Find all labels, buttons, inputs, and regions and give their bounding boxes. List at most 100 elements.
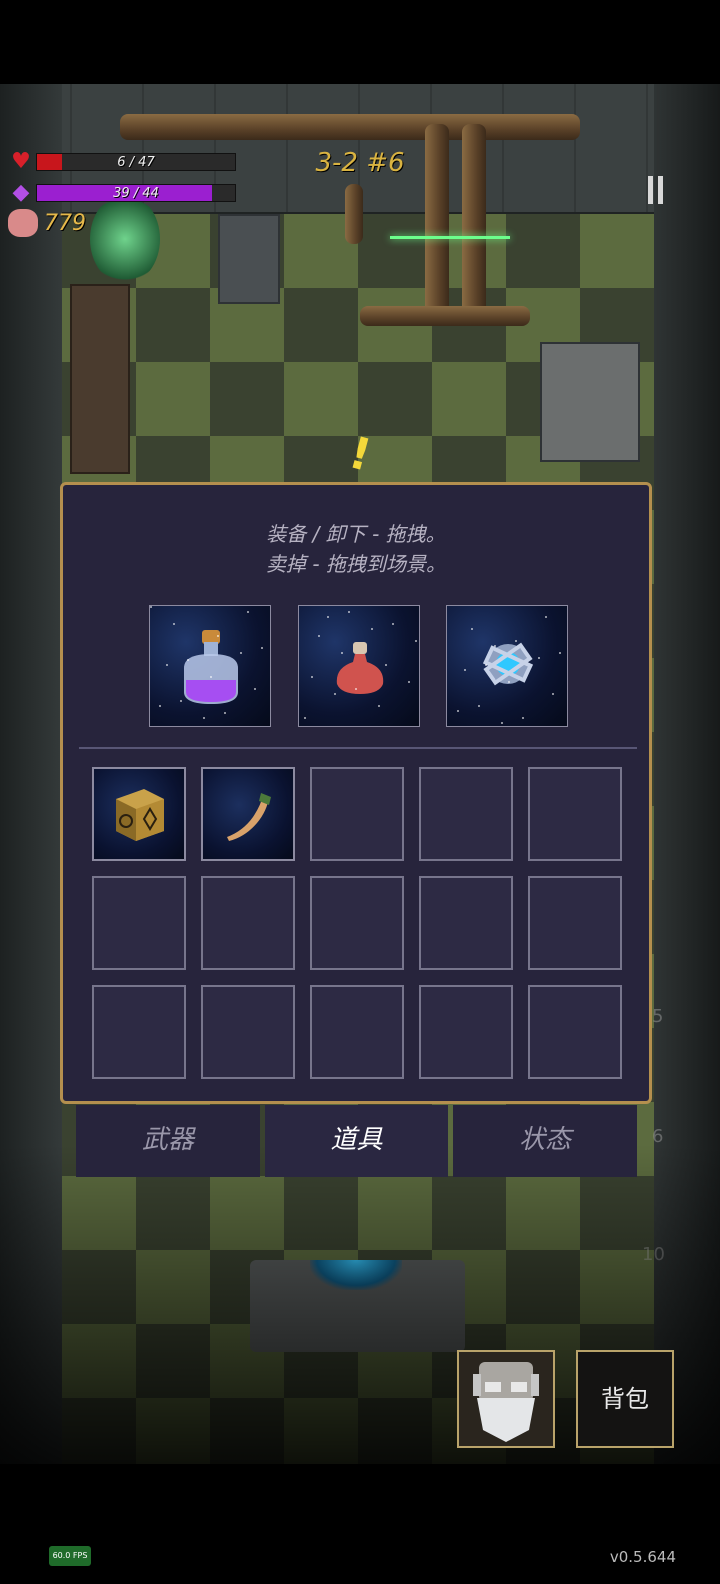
version-label: v0.5.644 xyxy=(609,1548,676,1566)
star-decoration xyxy=(385,664,387,666)
star-decoration xyxy=(348,611,350,613)
equip-slot-3[interactable] xyxy=(446,605,568,727)
star-decoration xyxy=(173,623,175,625)
stage-label: 3-2 #6 xyxy=(315,148,405,178)
star-decoration xyxy=(415,640,417,642)
pipe xyxy=(425,124,449,324)
pipe xyxy=(462,124,486,324)
purple-potion-icon xyxy=(184,630,238,704)
equip-slot-1[interactable] xyxy=(149,605,271,727)
pause-icon xyxy=(648,176,653,204)
top-status-bar xyxy=(0,0,720,84)
horn-icon xyxy=(227,793,271,841)
pipe xyxy=(360,306,530,326)
star-decoration xyxy=(224,712,226,714)
background-number: 5 xyxy=(652,1006,664,1027)
hp-row: ♥ 6 / 47 xyxy=(8,150,236,174)
star-decoration xyxy=(187,659,189,661)
pig-coin-icon xyxy=(8,209,38,237)
star-decoration xyxy=(545,616,547,618)
star-decoration xyxy=(254,688,256,690)
pause-button[interactable] xyxy=(642,176,666,206)
bag-slot[interactable] xyxy=(528,985,622,1079)
star-decoration xyxy=(559,652,561,654)
equip-slot-2[interactable] xyxy=(298,605,420,727)
bag-slot[interactable] xyxy=(419,985,513,1079)
bag-slot[interactable] xyxy=(528,876,622,970)
bag-slot[interactable] xyxy=(419,876,513,970)
inventory-hint: 装备 / 卸下 - 拖拽。 卖掉 - 拖拽到场景。 xyxy=(63,519,649,579)
star-decoration xyxy=(166,664,168,666)
pipe xyxy=(345,184,363,244)
star-decoration xyxy=(247,611,249,613)
star-decoration xyxy=(392,623,394,625)
tab-items[interactable]: 道具 xyxy=(265,1105,448,1177)
tab-status[interactable]: 状态 xyxy=(453,1105,637,1177)
star-decoration xyxy=(471,628,473,630)
red-potion-icon xyxy=(336,642,384,694)
star-decoration xyxy=(341,652,343,654)
bottom-bar xyxy=(0,1464,720,1584)
star-decoration xyxy=(538,657,540,659)
star-decoration xyxy=(485,664,487,666)
star-decoration xyxy=(494,645,496,647)
bookshelf xyxy=(70,284,130,474)
star-decoration xyxy=(508,681,510,683)
hp-text: 6 / 47 xyxy=(117,155,155,170)
star-decoration xyxy=(464,669,466,671)
star-decoration xyxy=(159,705,161,707)
electric-spark xyxy=(390,236,510,239)
star-decoration xyxy=(457,710,459,712)
pause-icon xyxy=(658,176,663,204)
inventory-panel: 装备 / 卸下 - 拖拽。 卖掉 - 拖拽到场景。 xyxy=(60,482,652,1104)
star-decoration xyxy=(217,635,219,637)
hp-bar: 6 / 47 xyxy=(36,153,236,171)
heart-icon: ♥ xyxy=(11,149,31,174)
rune-cube-icon xyxy=(116,789,164,841)
star-decoration xyxy=(210,676,212,678)
star-decoration xyxy=(261,647,263,649)
star-decoration xyxy=(552,693,554,695)
gold-amount: 779 xyxy=(44,210,86,236)
bag-slot[interactable] xyxy=(310,767,404,861)
mana-bar: 39 / 44 xyxy=(36,184,236,202)
bag-slot[interactable] xyxy=(201,767,295,861)
star-decoration xyxy=(150,606,152,608)
star-decoration xyxy=(522,717,524,719)
mana-row: ◆ 39 / 44 xyxy=(8,181,236,205)
green-lamp xyxy=(90,194,160,284)
fps-counter: 60.0 FPS xyxy=(49,1546,91,1566)
blue-orb-icon xyxy=(482,642,534,686)
mana-text: 39 / 44 xyxy=(113,186,159,201)
star-decoration xyxy=(180,700,182,702)
backpack-button[interactable]: 背包 xyxy=(576,1350,674,1448)
star-decoration xyxy=(478,705,480,707)
stone-pedestal xyxy=(540,342,640,462)
star-decoration xyxy=(355,688,357,690)
bag-slot[interactable] xyxy=(310,985,404,1079)
hint-equip: 装备 / 卸下 - 拖拽。 xyxy=(266,522,446,546)
star-decoration xyxy=(304,717,306,719)
bag-slot[interactable] xyxy=(201,985,295,1079)
bag-slot[interactable] xyxy=(419,767,513,861)
bag-slot[interactable] xyxy=(201,876,295,970)
bag-slot[interactable] xyxy=(92,985,186,1079)
pipe xyxy=(120,114,580,140)
bag-slot[interactable] xyxy=(92,876,186,970)
star-decoration xyxy=(334,693,336,695)
character-portrait-button[interactable] xyxy=(457,1350,555,1448)
star-decoration xyxy=(371,628,373,630)
hint-sell: 卖掉 - 拖拽到场景。 xyxy=(266,552,446,576)
generator-machine xyxy=(218,214,280,304)
star-decoration xyxy=(327,616,329,618)
star-decoration xyxy=(240,652,242,654)
tab-weapons[interactable]: 武器 xyxy=(76,1105,260,1177)
star-decoration xyxy=(501,722,503,724)
star-decoration xyxy=(318,635,320,637)
star-decoration xyxy=(203,717,205,719)
star-decoration xyxy=(311,676,313,678)
star-decoration xyxy=(408,681,410,683)
bag-slot[interactable] xyxy=(310,876,404,970)
bag-slot[interactable] xyxy=(528,767,622,861)
bag-slot[interactable] xyxy=(92,767,186,861)
